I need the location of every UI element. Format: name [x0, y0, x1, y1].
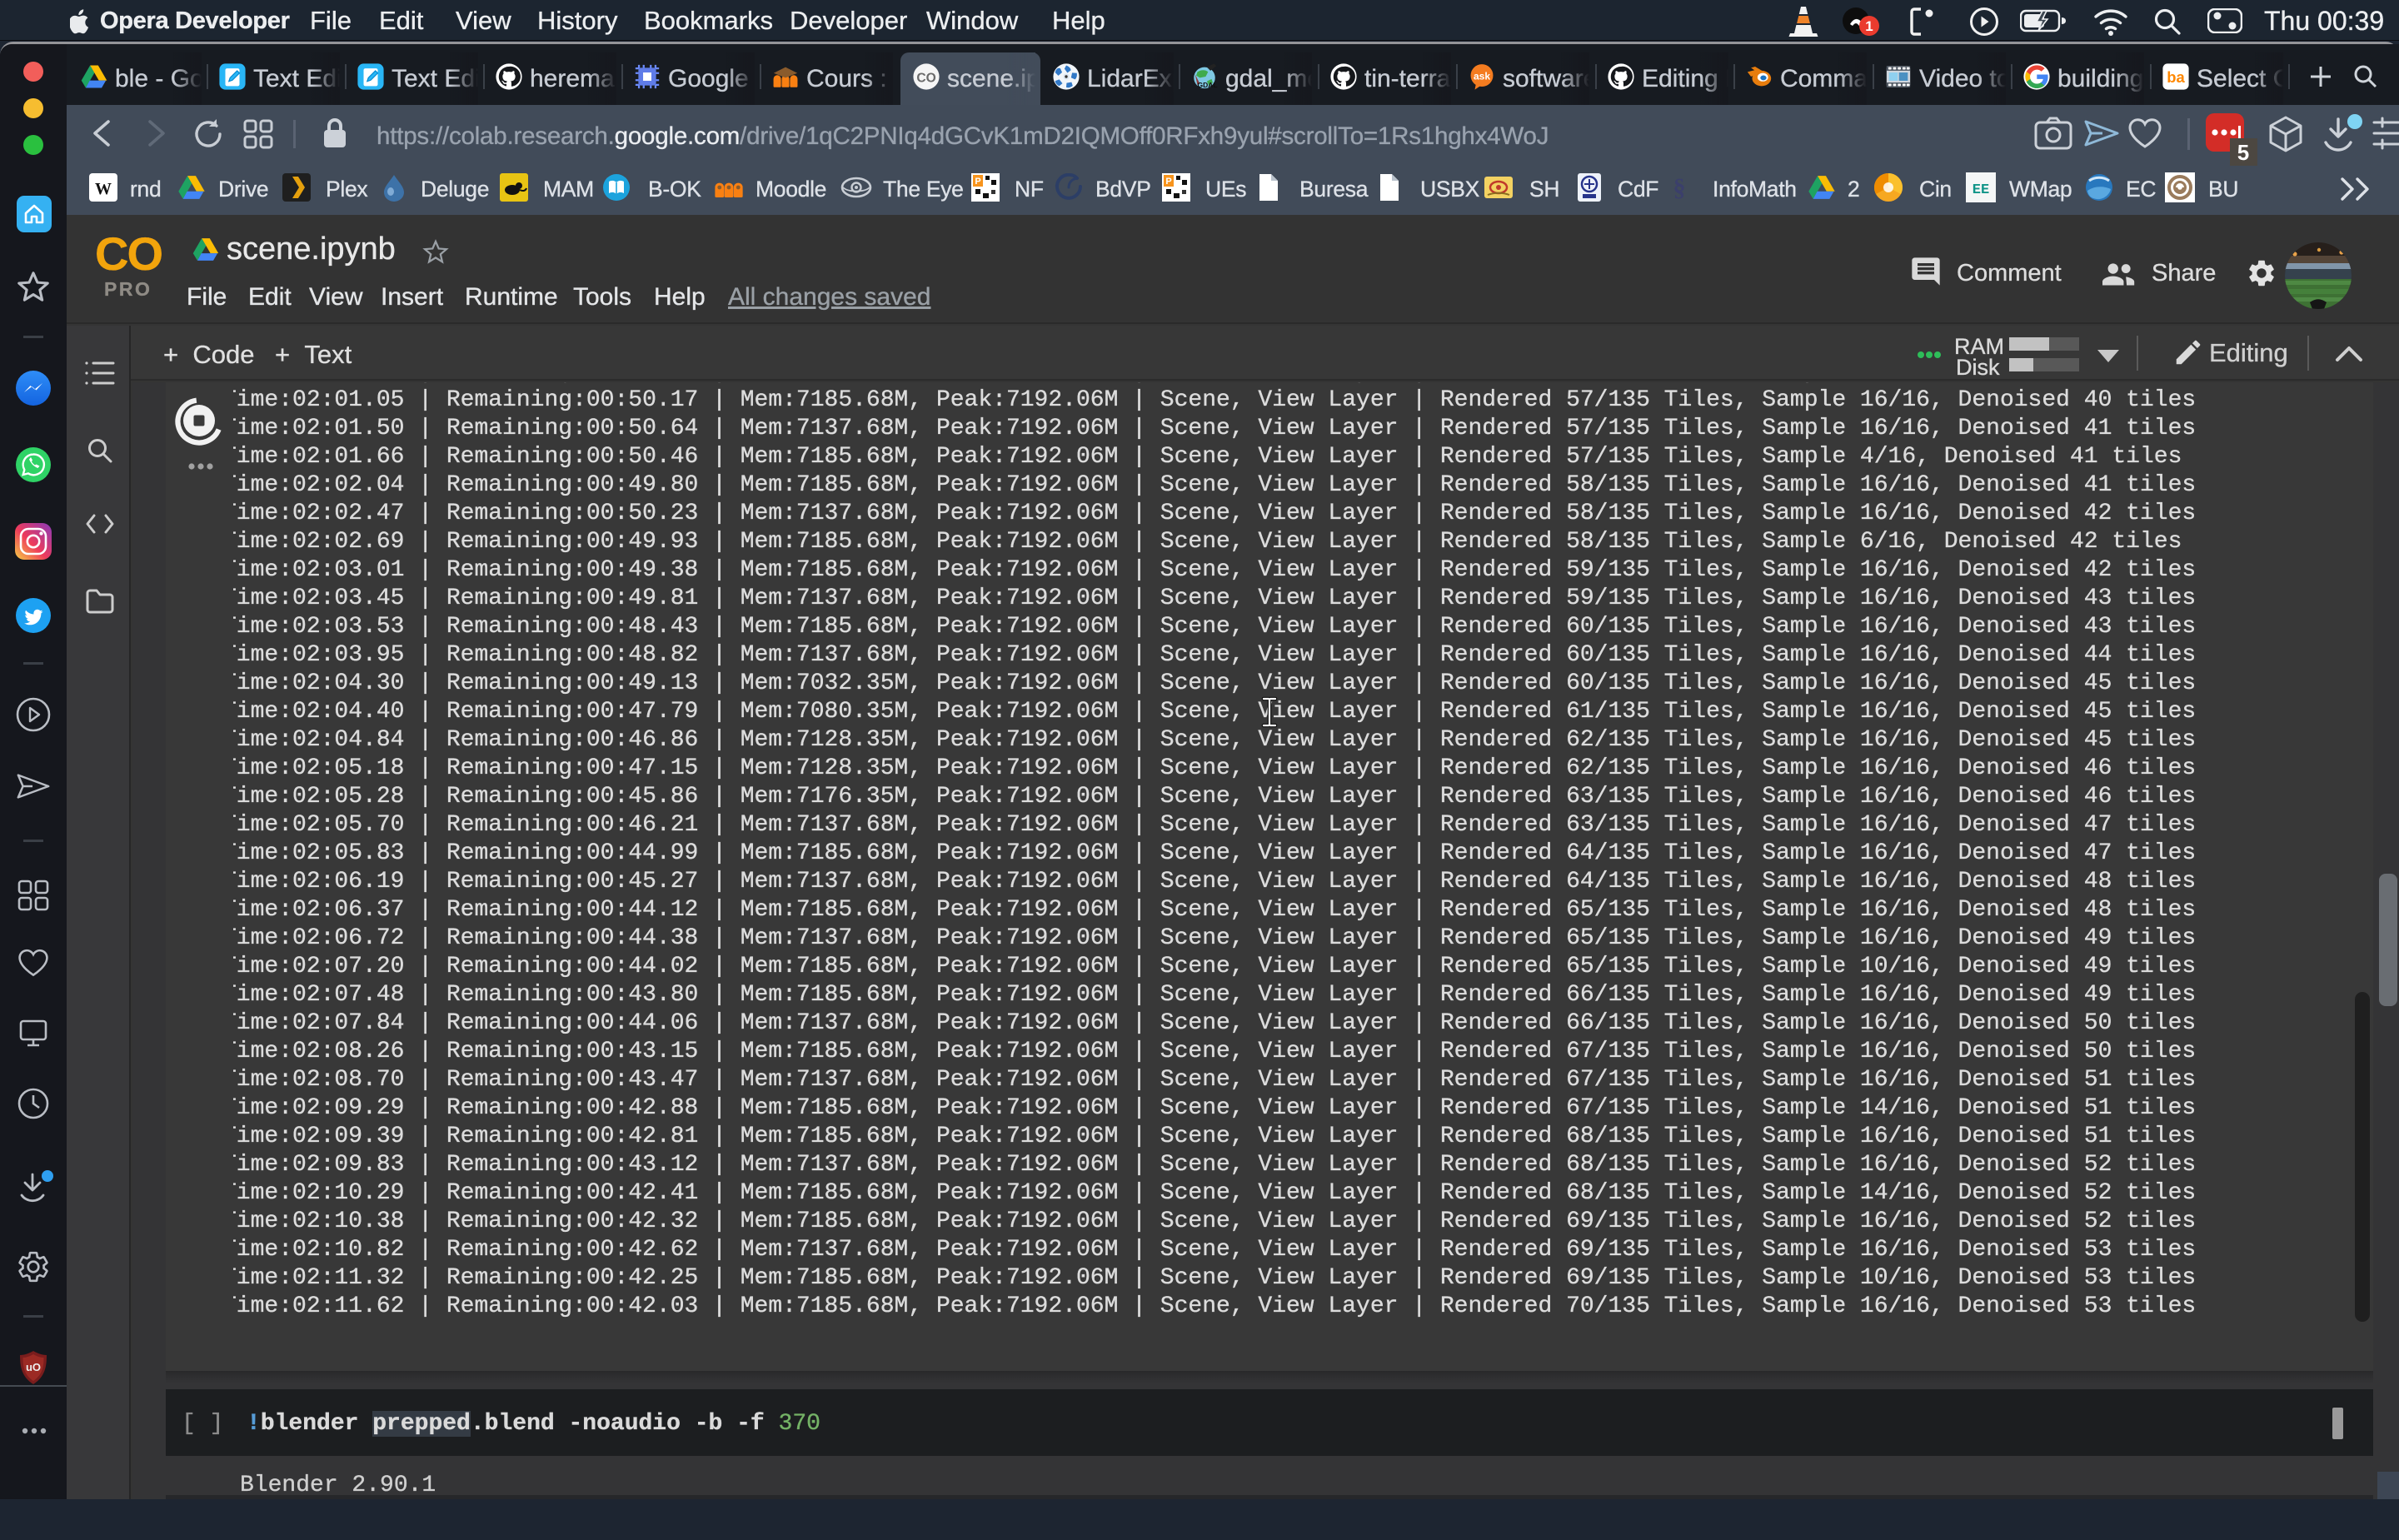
svg-text:uO: uO	[26, 1361, 41, 1373]
svg-text:5: 5	[2237, 140, 2249, 165]
svg-text:ask: ask	[1474, 71, 1490, 82]
svg-text:ba: ba	[2167, 68, 2185, 86]
svg-text:GDAL: GDAL	[1198, 81, 1218, 89]
svg-text:P: P	[1165, 177, 1171, 187]
svg-text:CO: CO	[916, 71, 935, 85]
svg-text:§: §	[1673, 174, 1686, 202]
svg-text:W: W	[95, 180, 112, 198]
svg-text:EE: EE	[1973, 182, 1989, 198]
svg-text:P: P	[975, 177, 980, 187]
svg-text:1: 1	[1865, 18, 1873, 34]
